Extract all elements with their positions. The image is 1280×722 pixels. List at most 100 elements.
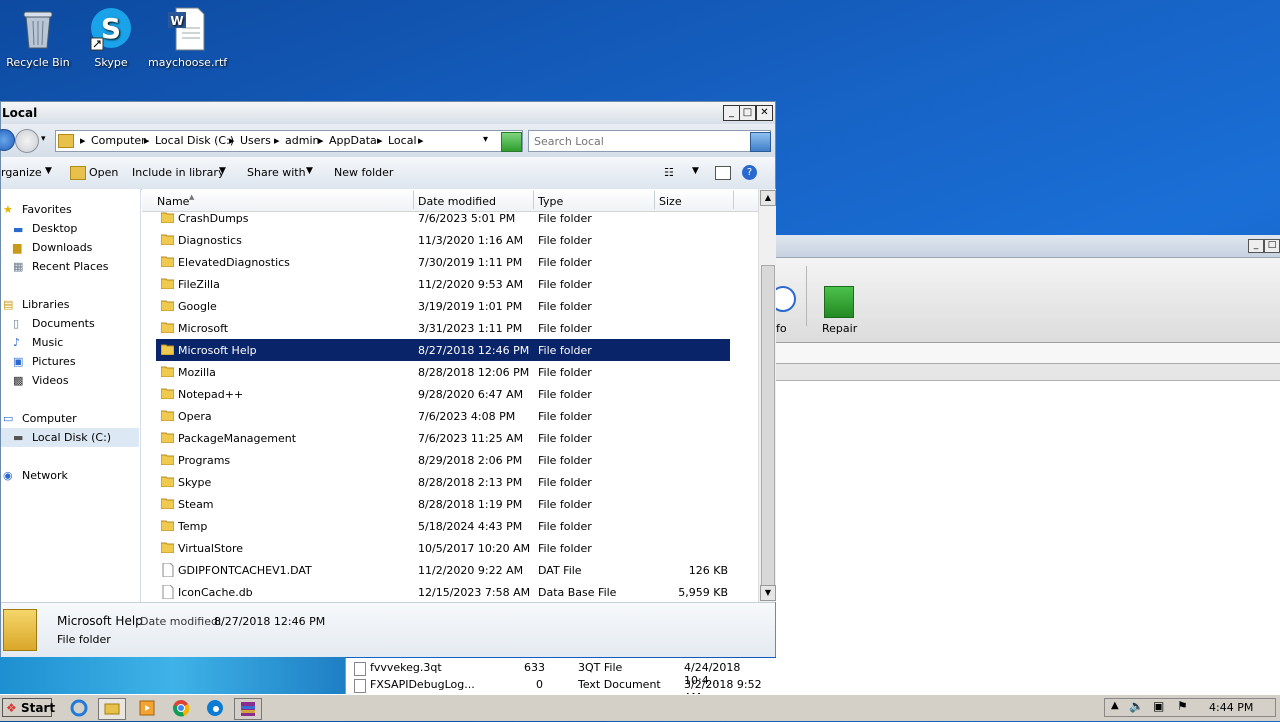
desktop-icon-maychoose[interactable]: W maychoose.rtf bbox=[148, 6, 227, 69]
info-button-label[interactable]: fo bbox=[776, 322, 787, 335]
table-row[interactable]: FileZilla 11/2/2020 9:53 AM File folder bbox=[156, 273, 730, 295]
breadcrumb-local[interactable]: Local bbox=[388, 134, 417, 147]
nav-recent-places[interactable]: Recent Places bbox=[32, 260, 109, 273]
media-player-icon[interactable] bbox=[134, 698, 160, 718]
include-in-library-button[interactable]: Include in library bbox=[132, 166, 224, 179]
nav-videos[interactable]: Videos bbox=[32, 374, 69, 387]
chrome-icon[interactable] bbox=[168, 698, 194, 718]
scroll-thumb[interactable] bbox=[761, 265, 775, 587]
nav-computer[interactable]: Computer bbox=[22, 412, 77, 425]
share-chevron-down-icon[interactable]: ▼ bbox=[306, 166, 313, 176]
volume-icon[interactable]: 🔈 bbox=[1129, 699, 1144, 713]
table-row[interactable]: IconCache.db 12/15/2023 7:58 AM Data Base … bbox=[156, 581, 730, 602]
address-chevron-down-icon[interactable]: ▾ bbox=[483, 134, 488, 145]
share-with-button[interactable]: Share with bbox=[247, 166, 306, 179]
start-button[interactable]: ❖ Start bbox=[2, 698, 55, 717]
background-window-address bbox=[776, 343, 1280, 364]
maximize-button[interactable]: □ bbox=[1264, 239, 1280, 253]
folder-icon bbox=[160, 497, 175, 510]
table-row[interactable]: Google 3/19/2019 1:01 PM File folder bbox=[156, 295, 730, 317]
minimize-button[interactable]: _ bbox=[1248, 239, 1264, 253]
search-input[interactable] bbox=[532, 133, 746, 149]
breadcrumb-separator[interactable]: ▸ bbox=[377, 134, 383, 147]
organize-chevron-down-icon[interactable]: ▼ bbox=[45, 166, 52, 176]
network-tray-icon[interactable]: ▣ bbox=[1153, 699, 1164, 713]
desktop-icon-skype[interactable]: S Skype bbox=[73, 6, 149, 69]
view-chevron-down-icon[interactable]: ▼ bbox=[692, 166, 699, 176]
table-row[interactable]: Notepad++ 9/28/2020 6:47 AM File folder bbox=[156, 383, 730, 405]
table-row[interactable]: Opera 7/6/2023 4:08 PM File folder bbox=[156, 405, 730, 427]
search-box[interactable] bbox=[528, 130, 771, 152]
scroll-up-button[interactable]: ▲ bbox=[760, 190, 776, 206]
nav-network[interactable]: Network bbox=[22, 469, 68, 482]
breadcrumb-users[interactable]: Users bbox=[240, 134, 271, 147]
table-row[interactable]: Microsoft 3/31/2023 1:11 PM File folder bbox=[156, 317, 730, 339]
nav-documents[interactable]: Documents bbox=[32, 317, 95, 330]
breadcrumb-appdata[interactable]: AppData bbox=[329, 134, 377, 147]
breadcrumb[interactable]: ▸ Computer ▸ Local Disk (C:) ▸ Users ▸ a… bbox=[55, 130, 523, 152]
background-file-list: fvvvekeg.3qt 633 3QT File 4/24/2018 10:4… bbox=[345, 658, 778, 704]
vertical-scrollbar[interactable]: ▲ ▼ bbox=[758, 189, 776, 602]
table-row[interactable]: Temp 5/18/2024 4:43 PM File folder bbox=[156, 515, 730, 537]
include-chevron-down-icon[interactable]: ▼ bbox=[219, 166, 226, 176]
breadcrumb-separator[interactable]: ▸ bbox=[274, 134, 280, 147]
edge-icon[interactable] bbox=[202, 698, 228, 718]
table-row[interactable]: PackageManagement 7/6/2023 11:25 AM File f… bbox=[156, 427, 730, 449]
show-hidden-icons-icon[interactable]: ▲ bbox=[1111, 700, 1119, 711]
scroll-down-button[interactable]: ▼ bbox=[760, 585, 776, 601]
repair-icon bbox=[824, 286, 854, 318]
nav-local-disk[interactable]: Local Disk (C:) bbox=[32, 431, 111, 444]
help-icon[interactable]: ? bbox=[742, 165, 757, 180]
forward-button[interactable] bbox=[15, 129, 39, 153]
nav-music[interactable]: Music bbox=[32, 336, 63, 349]
breadcrumb-separator[interactable]: ▸ bbox=[418, 134, 424, 147]
organize-button[interactable]: rganize bbox=[1, 166, 42, 179]
table-row[interactable]: GDIPFONTCACHEV1.DAT 11/2/2020 9:22 AM DAT … bbox=[156, 559, 730, 581]
list-item[interactable]: fvvvekeg.3qt 633 3QT File 4/24/2018 10:4… bbox=[346, 659, 778, 687]
nav-favorites[interactable]: Favorites bbox=[22, 203, 72, 216]
table-row[interactable]: CrashDumps 7/6/2023 5:01 PM File folder bbox=[156, 207, 730, 229]
nav-downloads[interactable]: Downloads bbox=[32, 241, 92, 254]
nav-desktop[interactable]: Desktop bbox=[32, 222, 77, 235]
table-row[interactable]: ElevatedDiagnostics 7/30/2019 1:11 PM File… bbox=[156, 251, 730, 273]
view-options-icon[interactable]: ☷ bbox=[664, 166, 674, 179]
explorer-titlebar[interactable]: Local _ □ ✕ bbox=[1, 102, 775, 124]
new-folder-button[interactable]: New folder bbox=[334, 166, 393, 179]
breadcrumb-admin[interactable]: admin bbox=[285, 134, 319, 147]
table-row[interactable]: Skype 8/28/2018 2:13 PM File folder bbox=[156, 471, 730, 493]
table-row[interactable]: Steam 8/28/2018 1:19 PM File folder bbox=[156, 493, 730, 515]
breadcrumb-computer[interactable]: Computer bbox=[91, 134, 146, 147]
file-name: Microsoft bbox=[178, 322, 229, 335]
table-row[interactable]: Mozilla 8/28/2018 12:06 PM File folder bbox=[156, 361, 730, 383]
table-row[interactable]: Diagnostics 11/3/2020 1:16 AM File folder bbox=[156, 229, 730, 251]
clock[interactable]: 4:44 PM bbox=[1209, 701, 1253, 714]
search-icon[interactable] bbox=[750, 132, 771, 152]
list-item[interactable]: FXSAPIDebugLog... 0 Text Document 3/2/20… bbox=[346, 676, 778, 704]
action-center-flag-icon[interactable]: ⚑ bbox=[1177, 699, 1188, 713]
recent-places-icon: ▦ bbox=[13, 260, 24, 273]
minimize-button[interactable]: _ bbox=[723, 105, 740, 121]
winrar-icon[interactable] bbox=[234, 698, 262, 720]
refresh-icon[interactable] bbox=[501, 132, 522, 152]
file-date: 3/19/2019 1:01 PM bbox=[418, 300, 523, 313]
explorer-taskbar-icon[interactable] bbox=[98, 698, 126, 720]
nav-pictures[interactable]: Pictures bbox=[32, 355, 76, 368]
close-button[interactable]: ✕ bbox=[756, 105, 773, 121]
preview-pane-icon[interactable] bbox=[715, 166, 731, 180]
breadcrumb-separator[interactable]: ▸ bbox=[318, 134, 324, 147]
nav-libraries[interactable]: Libraries bbox=[22, 298, 70, 311]
repair-button[interactable]: Repair bbox=[822, 322, 857, 335]
maximize-button[interactable]: □ bbox=[739, 105, 756, 121]
recent-pages-chevron-down-icon[interactable]: ▾ bbox=[41, 134, 46, 144]
breadcrumb-separator[interactable]: ▸ bbox=[80, 134, 86, 147]
table-row[interactable]: Microsoft Help 8/27/2018 12:46 PM File fol… bbox=[156, 339, 730, 361]
desktop-icon-recycle-bin[interactable]: Recycle Bin bbox=[0, 6, 76, 69]
table-row[interactable]: Programs 8/29/2018 2:06 PM File folder bbox=[156, 449, 730, 471]
breadcrumb-separator[interactable]: ▸ bbox=[229, 134, 235, 147]
breadcrumb-local-disk[interactable]: Local Disk (C:) bbox=[155, 134, 234, 147]
open-button[interactable]: Open bbox=[89, 166, 118, 179]
breadcrumb-separator[interactable]: ▸ bbox=[144, 134, 150, 147]
back-button[interactable] bbox=[0, 129, 15, 151]
table-row[interactable]: VirtualStore 10/5/2017 10:20 AM File folde… bbox=[156, 537, 730, 559]
ie-icon[interactable] bbox=[66, 698, 92, 718]
